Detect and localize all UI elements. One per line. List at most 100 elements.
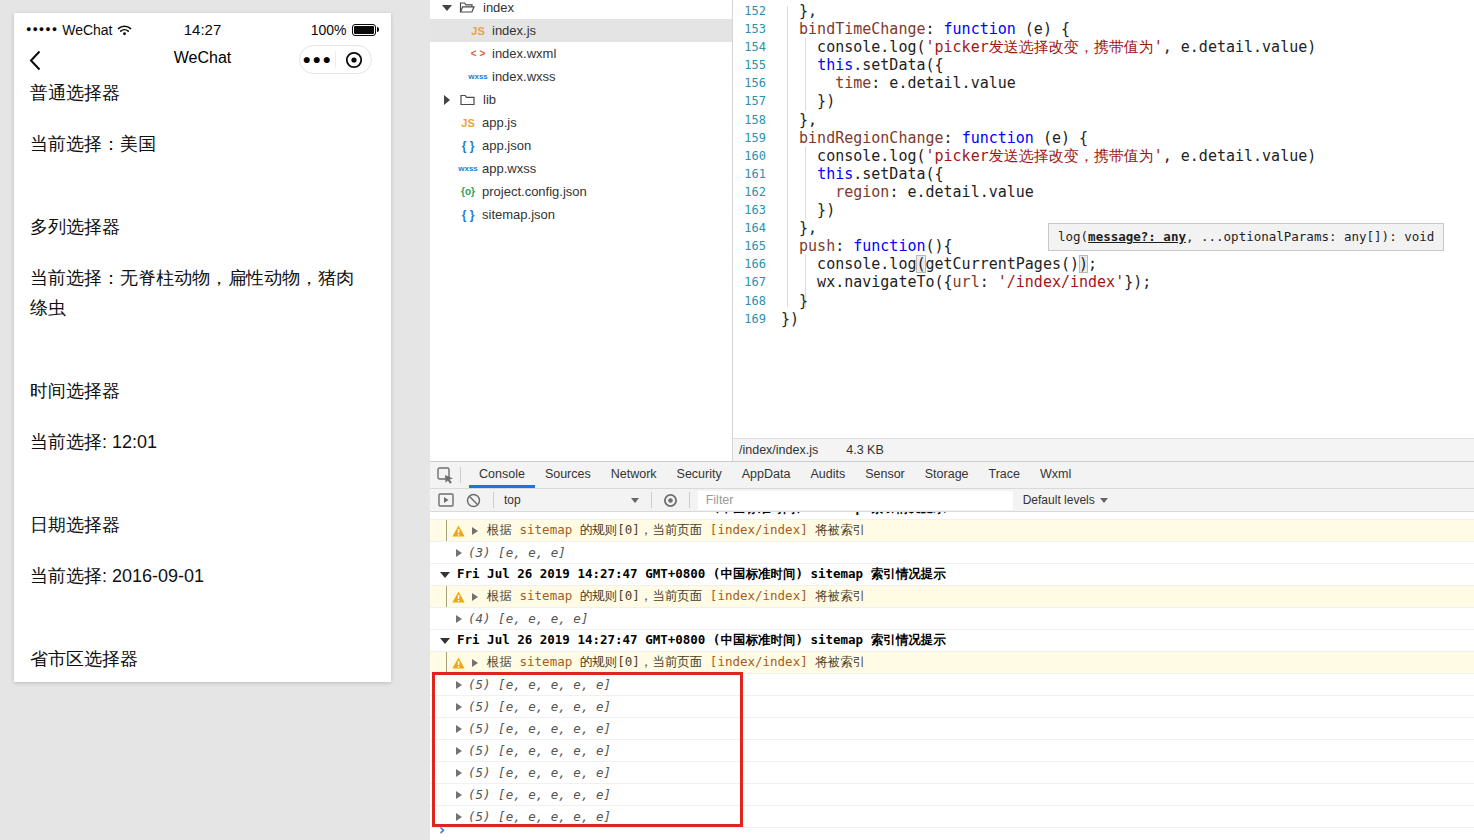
chevron-down-icon[interactable] [442,5,452,11]
file-label: app.js [482,115,517,130]
wifi-icon [117,24,132,36]
picker-current-value[interactable]: 当前选择：美国 [30,129,365,159]
folder-icon [456,94,478,106]
warning-icon [452,525,465,537]
code-line: 162 region: e.detail.value [733,183,1474,201]
code-editor[interactable]: 152 },153 bindTimeChange: function (e) {… [733,0,1474,438]
console-messages: Fri Jul 26 2019 14:27:46 GMT+0800 (中国标准时… [430,512,1474,840]
context-selector[interactable]: top [504,493,521,507]
file-label: app.json [482,138,531,153]
tree-file-app-wxss[interactable]: wxss app.wxss [430,157,732,180]
file-type-icon: JS [465,25,487,37]
code-line: 157 }) [733,92,1474,110]
default-levels-dropdown[interactable]: Default levels [1023,493,1108,507]
picker-current-value[interactable]: 当前选择：无脊柱动物，扁性动物，猪肉绦虫 [30,263,365,323]
chevron-right-icon[interactable] [472,659,478,667]
inspect-element-icon[interactable] [430,462,460,488]
phone-screen: ●●●●● WeChat 14:27 100% WeChat ●●● [14,13,391,682]
group-title: Fri Jul 26 2019 14:27:47 GMT+0800 (中国标准时… [457,566,946,583]
console-toolbar: top Filter Default levels [430,489,1474,512]
chevron-right-icon[interactable] [472,527,478,535]
file-label: sitemap.json [482,207,555,222]
console-prompt[interactable]: › [437,822,447,838]
tree-file-index-wxml[interactable]: < >index.wxml [430,42,732,65]
carrier-label: WeChat [62,22,112,38]
prompt-chevron-icon: › [437,820,447,839]
battery-percent-label: 100% [311,22,347,38]
context-caret-icon[interactable] [631,498,639,503]
code-line: 153 bindTimeChange: function (e) { [733,20,1474,38]
file-status-bar: /index/index.js 4.3 KB [733,438,1474,461]
red-annotation-box [432,672,743,827]
picker-section-title: 日期选择器 [30,510,365,540]
tree-file-sitemap-json[interactable]: { } sitemap.json [430,203,732,226]
tree-file-project-config-json[interactable]: {o}project.config.json [430,180,732,203]
file-label: app.wxss [482,161,536,176]
warning-text: 根据 sitemap 的规则[0]，当前页面 [index/index] 将被索… [487,522,865,539]
picker-section-title: 时间选择器 [30,376,365,406]
tree-file-app-js[interactable]: JSapp.js [430,111,732,134]
file-type-icon: wxss [455,164,477,173]
tree-file-app-json[interactable]: { } app.json [430,134,732,157]
phone-status-bar: ●●●●● WeChat 14:27 100% [14,13,391,39]
chevron-down-icon[interactable] [440,572,450,578]
console-warning-row[interactable]: 根据 sitemap 的规则[0]，当前页面 [index/index] 将被索… [430,520,1474,542]
tree-file-index-js[interactable]: JS index.js [430,19,732,42]
chevron-right-icon[interactable] [456,615,462,623]
console-warning-row[interactable]: 根据 sitemap 的规则[0]，当前页面 [index/index] 将被索… [430,586,1474,608]
file-type-icon: { } [455,208,477,222]
tab-storage[interactable]: Storage [915,462,979,488]
console-sidebar-icon[interactable] [438,493,454,507]
folder-icon [456,1,478,14]
picker-demo-content: 普通选择器当前选择：美国多列选择器当前选择：无脊柱动物，扁性动物，猪肉绦虫时间选… [14,78,391,674]
tab-sources[interactable]: Sources [535,462,601,488]
clock-label: 14:27 [184,21,222,38]
tab-security[interactable]: Security [667,462,732,488]
file-label: index.js [492,23,536,38]
code-line: 154 console.log('picker发送选择改变，携带值为', e.d… [733,38,1474,56]
chevron-right-icon[interactable] [444,95,450,105]
tab-wxml[interactable]: Wxml [1030,462,1081,488]
code-line: 163 }) [733,201,1474,219]
tree-folder-index[interactable]: index [430,0,732,19]
file-label: index.wxml [492,46,556,61]
tab-appdata[interactable]: AppData [732,462,801,488]
console-group-header[interactable]: Fri Jul 26 2019 14:27:47 GMT+0800 (中国标准时… [430,564,1474,586]
file-size-label: 4.3 KB [846,443,884,457]
picker-current-value[interactable]: 当前选择: 12:01 [30,427,365,457]
chevron-down-icon[interactable] [440,638,450,644]
tab-trace[interactable]: Trace [979,462,1031,488]
file-label: project.config.json [482,184,587,199]
code-line: 166 console.log(getCurrentPages()); [733,255,1474,273]
eye-icon[interactable] [662,493,679,508]
devtools-tab-bar: ConsoleSourcesNetworkSecurityAppDataAudi… [430,461,1474,489]
tab-network[interactable]: Network [601,462,667,488]
tree-folder-lib[interactable]: lib [430,88,732,111]
console-group-header[interactable]: Fri Jul 26 2019 14:27:46 GMT+0800 (中国标准时… [430,512,1474,520]
tab-sensor[interactable]: Sensor [855,462,915,488]
capsule-menu[interactable]: ●●● [299,45,372,74]
console-array-row[interactable]: (3) [e, e, e] [430,542,1474,564]
file-label: index.wxss [492,69,556,84]
tab-audits[interactable]: Audits [800,462,855,488]
console-group-header[interactable]: Fri Jul 26 2019 14:27:47 GMT+0800 (中国标准时… [430,630,1474,652]
warning-icon [452,657,465,669]
picker-current-value[interactable]: 当前选择: 2016-09-01 [30,561,365,591]
clear-console-icon[interactable] [466,493,481,508]
warning-icon [452,591,465,603]
exit-minibar-icon[interactable] [336,51,371,69]
more-menu-icon[interactable]: ●●● [300,45,335,74]
phone-nav-bar: WeChat ●●● [14,39,391,83]
console-array-row[interactable]: (4) [e, e, e, e] [430,608,1474,630]
signature-tooltip: log(message?: any, ...optionalParams: an… [1048,223,1444,251]
console-warning-row[interactable]: 根据 sitemap 的规则[0]，当前页面 [index/index] 将被索… [430,652,1474,674]
chevron-right-icon[interactable] [472,593,478,601]
tree-file-index-wxss[interactable]: wxssindex.wxss [430,65,732,88]
code-line: 168 } [733,292,1474,310]
code-line: 161 this.setData({ [733,165,1474,183]
chevron-right-icon[interactable] [456,549,462,557]
file-tree: indexJSindex.js< >index.wxmlwxssindex.wx… [430,0,733,461]
tab-console[interactable]: Console [469,462,535,488]
filter-input[interactable]: Filter [698,491,1013,510]
file-type-icon: { } [455,139,477,153]
